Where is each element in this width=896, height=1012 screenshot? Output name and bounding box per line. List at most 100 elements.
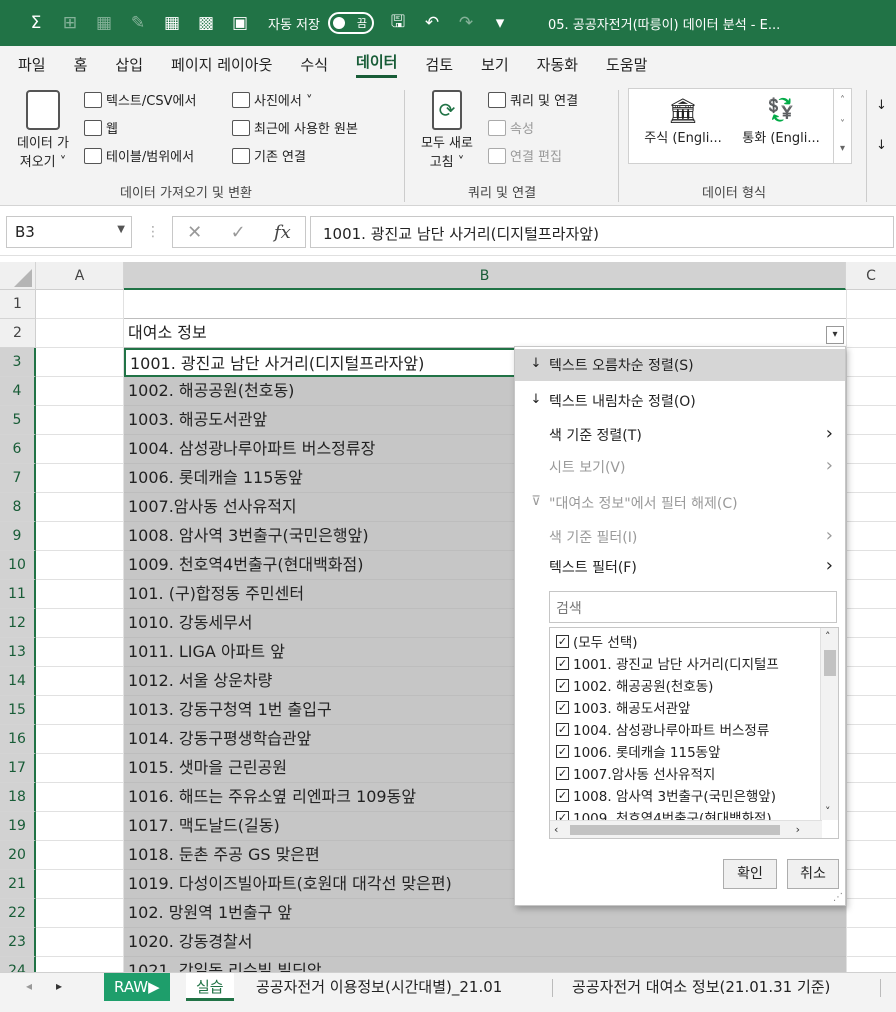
cell[interactable] [36,638,124,667]
sort-desc-ribbon-icon[interactable]: ↓ [876,138,887,153]
cell[interactable] [36,841,124,870]
row-header[interactable]: 14 [0,667,36,696]
recent-sources-button[interactable]: 최근에 사용한 원본 [232,118,358,137]
cell[interactable] [36,725,124,754]
cell[interactable] [846,812,896,841]
clear-filter-item[interactable]: ⊽ "대여소 정보"에서 필터 해제(C) [515,487,845,519]
cell[interactable] [846,957,896,972]
cell[interactable] [36,406,124,435]
next-sheet-icon[interactable]: ▸ [56,979,62,993]
cell[interactable] [846,754,896,783]
cell[interactable] [846,319,896,348]
row-header[interactable]: 9 [0,522,36,551]
cell[interactable] [846,522,896,551]
scroll-up-icon[interactable]: ˄ [825,630,831,643]
tab-insert[interactable]: 삽입 [115,54,143,75]
scroll-down-icon[interactable]: ˅ [825,805,831,818]
cell[interactable] [846,725,896,754]
pivot-icon[interactable]: ▩ [194,13,218,33]
checkbox-checked-icon[interactable]: ✓ [556,722,569,736]
number-format-icon[interactable]: ▦ [92,13,116,33]
gallery-scroll[interactable]: ˄ ˅ ▾ [833,89,851,163]
cell[interactable] [846,609,896,638]
autosum-icon[interactable]: Σ [24,13,48,33]
tab-file[interactable]: 파일 [18,54,46,75]
scroll-right-icon[interactable]: › [796,823,800,836]
cancel-icon[interactable]: ✕ [187,222,202,243]
row-header[interactable]: 18 [0,783,36,812]
tab-help[interactable]: 도움말 [606,54,647,75]
existing-connections-button[interactable]: 기존 연결 [232,146,306,165]
checkbox-checked-icon[interactable]: ✓ [556,700,569,714]
column-header-a[interactable]: A [36,262,124,290]
from-web-button[interactable]: 웹 [84,118,118,137]
customize-qat-icon[interactable]: ▾ [488,13,512,33]
save-icon[interactable]: 🖫 [386,9,410,38]
cell[interactable] [846,435,896,464]
cell[interactable] [36,435,124,464]
cell[interactable] [846,377,896,406]
filter-dropdown-icon[interactable]: ▾ [826,326,844,344]
properties-button[interactable]: 속성 [488,118,534,137]
filter-value-item[interactable]: ✓ 1001. 광진교 남단 사거리(디지털프 [556,652,779,674]
tab-review[interactable]: 검토 [425,54,453,75]
insert-function-icon[interactable]: fx [274,222,291,243]
row-header[interactable]: 12 [0,609,36,638]
row-header[interactable]: 5 [0,406,36,435]
sheet-tab-practice[interactable]: 실습 [186,973,234,1001]
row-header[interactable]: 23 [0,928,36,957]
filter-by-color-item[interactable]: 색 기준 필터(I) › [515,521,845,553]
scroll-thumb[interactable] [824,650,836,676]
sort-descending-item[interactable]: ↓ 텍스트 내림차순 정렬(O) [515,385,845,417]
column-header-b[interactable]: B [124,262,846,290]
row-header[interactable]: 21 [0,870,36,899]
cell[interactable] [846,406,896,435]
checkbox-checked-icon[interactable]: ✓ [556,766,569,780]
redo-icon[interactable]: ↷ [454,13,478,33]
row-header[interactable]: 24 [0,957,36,972]
row-header[interactable]: 8 [0,493,36,522]
cell[interactable] [36,754,124,783]
cell[interactable] [846,667,896,696]
cell[interactable] [846,870,896,899]
refresh-all-button[interactable]: ⟳ 모두 새로 고침 ˅ [414,90,480,170]
row-header[interactable]: 3 [0,348,36,377]
cell[interactable] [846,348,896,377]
cell[interactable] [36,580,124,609]
horizontal-scrollbar[interactable]: ‹ › [550,820,822,838]
text-filters-item[interactable]: 텍스트 필터(F) › [515,551,845,583]
sort-by-color-item[interactable]: 색 기준 정렬(T) › [515,419,845,451]
cell[interactable] [846,493,896,522]
autosave-toggle[interactable]: 끔 [327,12,374,34]
cell[interactable] [846,783,896,812]
sheet-tab-usage-info[interactable]: 공공자전거 이용정보(시간대별)_21.01 [246,973,512,1001]
row-header[interactable]: 19 [0,812,36,841]
checkbox-checked-icon[interactable]: ✓ [556,788,569,802]
format-icon[interactable]: ⊞ [58,13,82,33]
cell[interactable] [36,377,124,406]
row-header[interactable]: 11 [0,580,36,609]
enter-icon[interactable]: ✓ [231,222,246,243]
row-header[interactable]: 1 [0,290,36,319]
cell[interactable] [36,348,124,377]
paint-icon[interactable]: ✎ [126,13,150,33]
row-header[interactable]: 16 [0,725,36,754]
sheet-tab-raw[interactable]: RAW▶ [104,973,170,1001]
cell[interactable] [36,493,124,522]
tab-formulas[interactable]: 수식 [300,54,328,75]
from-table-button[interactable]: 테이블/범위에서 [84,146,194,165]
row-header[interactable]: 2 [0,319,36,348]
sort-ascending-item[interactable]: ↓ 텍스트 오름차순 정렬(S) [515,349,845,381]
row-header[interactable]: 15 [0,696,36,725]
scroll-thumb[interactable] [570,825,780,835]
stocks-button[interactable]: 🏛 주식 (Engli... [637,95,729,146]
cell[interactable] [846,551,896,580]
cell[interactable] [846,580,896,609]
filter-value-item[interactable]: ✓ 1008. 암사역 3번출구(국민은행앞) [556,784,776,806]
prev-sheet-icon[interactable]: ◂ [26,979,32,993]
tab-view[interactable]: 보기 [481,54,509,75]
cell[interactable]: 1021. 강일동 리슈빌 빌딩앞 [124,957,846,972]
ok-button[interactable]: 확인 [723,859,777,889]
undo-icon[interactable]: ↶ [420,13,444,33]
currencies-button[interactable]: 💱 통화 (Engli... [735,95,827,146]
